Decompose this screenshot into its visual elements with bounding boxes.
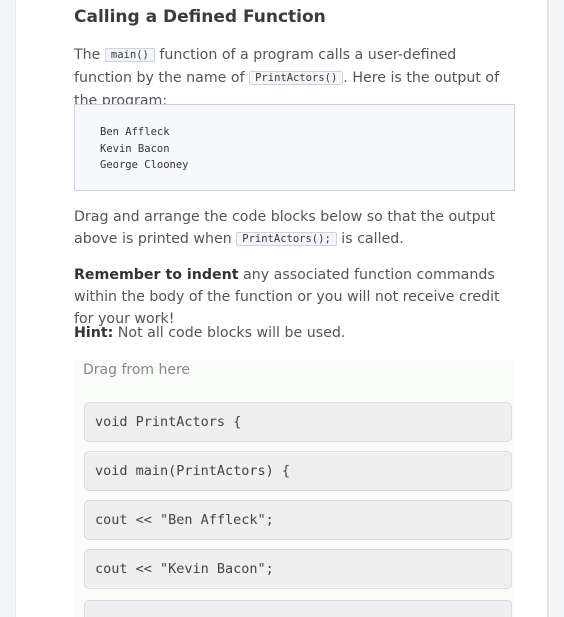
code-block[interactable]: void PrintActors { <box>84 402 512 442</box>
intro-text-1: The <box>74 47 105 63</box>
output-line: George Clooney <box>100 159 189 171</box>
output-line: Kevin Bacon <box>100 142 170 155</box>
program-output: Ben Affleck Kevin Bacon George Clooney <box>74 104 515 191</box>
code-main: main() <box>104 48 155 62</box>
hint-text: Not all code blocks will be used. <box>113 325 346 341</box>
output-line: Ben Affleck <box>100 126 170 138</box>
code-printactors-call: PrintActors(); <box>236 232 337 246</box>
instructions-text-2: is called. <box>336 231 404 247</box>
remember-paragraph: Remember to indent any associated functi… <box>74 264 515 330</box>
exercise-card: Calling a Defined Function The main() fu… <box>15 0 549 617</box>
drag-area-title: Drag from here <box>83 362 191 378</box>
code-block-partial[interactable] <box>84 600 512 617</box>
drag-source-area: Drag from here void PrintActors { void m… <box>74 360 515 617</box>
hint-paragraph: Hint: Not all code blocks will be used. <box>74 322 515 344</box>
code-block[interactable]: cout << "Kevin Bacon"; <box>84 549 512 589</box>
instructions-paragraph: Drag and arrange the code blocks below s… <box>74 206 515 251</box>
intro-paragraph: The main() function of a program calls a… <box>74 44 515 112</box>
code-block[interactable]: cout << "Ben Affleck"; <box>84 500 512 540</box>
code-block[interactable]: void main(PrintActors) { <box>84 451 512 491</box>
remember-bold: Remember to indent <box>74 267 239 283</box>
code-printactors: PrintActors() <box>249 71 344 85</box>
page-title: Calling a Defined Function <box>74 7 326 27</box>
hint-bold: Hint: <box>74 325 114 341</box>
